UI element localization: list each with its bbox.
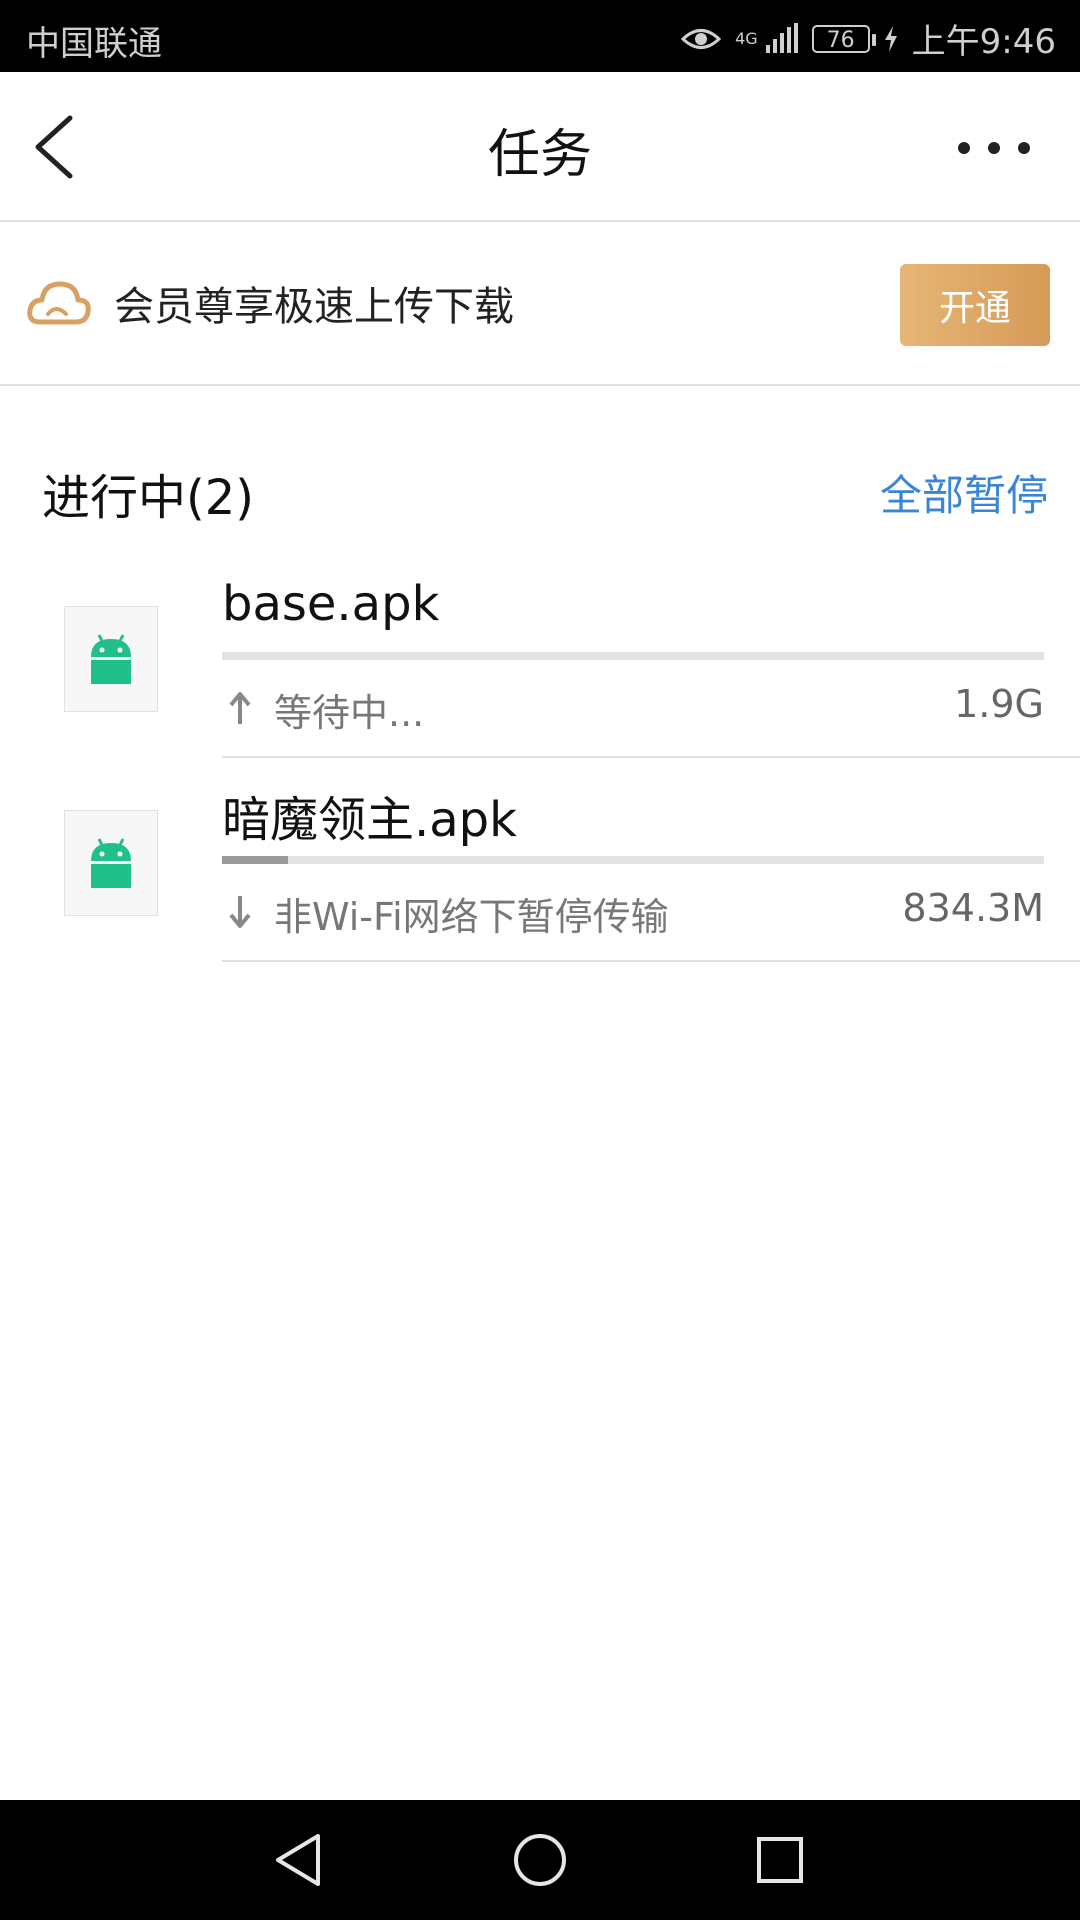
android-icon [91, 634, 131, 684]
nav-back-icon[interactable] [270, 1830, 330, 1890]
pause-all-button[interactable]: 全部暂停 [880, 462, 1048, 523]
page-title: 任务 [487, 125, 592, 185]
task-file-name: base.apk [222, 576, 440, 632]
carrier-name: 中国联通 [26, 24, 162, 64]
task-row[interactable]: 暗魔领主.apk 非Wi-Fi网络下暂停传输 834.3M [0, 776, 1080, 980]
divider [222, 756, 1080, 758]
task-size: 834.3M [902, 886, 1044, 930]
charging-icon [884, 25, 897, 52]
task-status: 等待中... [274, 691, 425, 735]
battery-icon: 76 [811, 24, 876, 53]
vip-promo-banner: 会员尊享极速上传下载 开通 [0, 222, 1080, 386]
battery-level: 76 [826, 27, 855, 53]
more-dots-icon[interactable] [944, 128, 1044, 168]
file-thumbnail [64, 606, 158, 712]
android-icon [91, 838, 131, 888]
network-type: 4G [735, 29, 758, 48]
progress-fill [222, 856, 288, 864]
nav-recents-icon[interactable] [750, 1830, 810, 1890]
progress-bar [222, 856, 1044, 864]
promo-text: 会员尊享极速上传下载 [114, 284, 514, 330]
eye-icon [681, 28, 722, 49]
download-arrow-icon [229, 896, 251, 928]
system-nav-bar [0, 1800, 1080, 1920]
status-bar: 中国联通 4G 76 上午9:46 [0, 0, 1080, 72]
task-row[interactable]: base.apk 等待中... 1.9G [0, 572, 1080, 776]
cloud-icon [27, 281, 91, 325]
progress-bar [222, 652, 1044, 660]
task-status: 非Wi-Fi网络下暂停传输 [274, 895, 669, 939]
file-thumbnail [64, 810, 158, 916]
section-title: 进行中(2) [42, 470, 254, 526]
divider [222, 960, 1080, 962]
title-bar: 任务 [0, 72, 1080, 222]
upload-arrow-icon [229, 692, 251, 724]
nav-home-icon[interactable] [510, 1830, 570, 1890]
task-file-name: 暗魔领主.apk [222, 792, 517, 848]
signal-icon [765, 22, 798, 53]
clock: 上午9:46 [911, 22, 1056, 62]
status-icons: 4G 76 上午9:46 [681, 14, 1056, 63]
task-size: 1.9G [954, 682, 1044, 726]
activate-vip-button[interactable]: 开通 [900, 264, 1050, 346]
